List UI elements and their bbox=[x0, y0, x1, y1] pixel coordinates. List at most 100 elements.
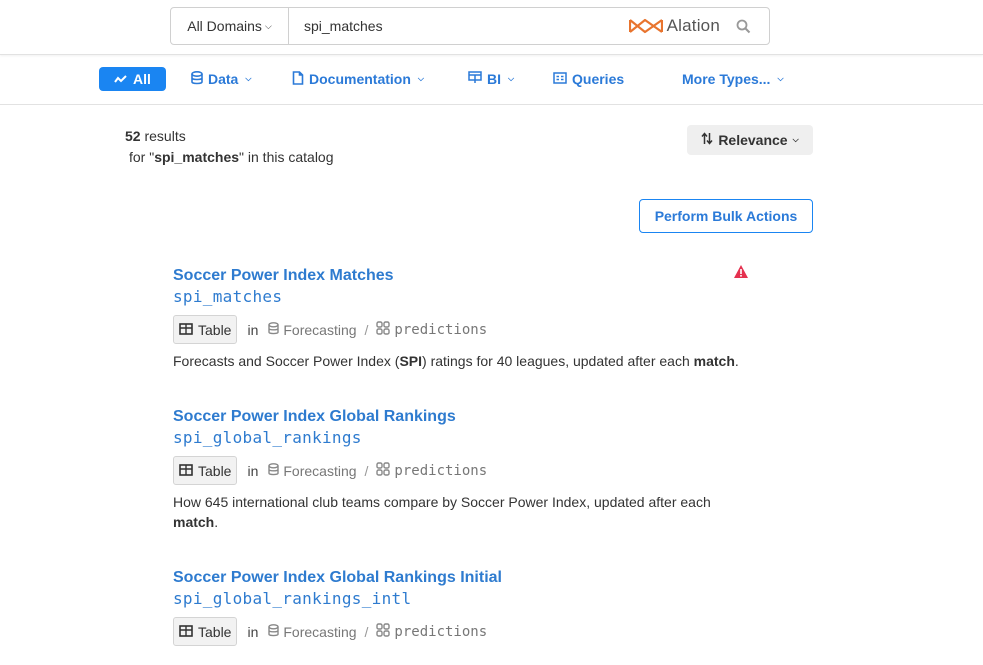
schema-name: predictions bbox=[394, 462, 488, 479]
chevron-down-icon: ⌵ bbox=[264, 21, 272, 31]
tab-more-types[interactable]: More Types... ⌵ bbox=[682, 67, 784, 91]
result-name[interactable]: spi_matches bbox=[173, 286, 793, 308]
result-description: Forecasts and Soccer Power Index (SPI) r… bbox=[173, 351, 783, 371]
database-icon bbox=[268, 623, 280, 640]
domain-label: All Domains bbox=[187, 18, 262, 34]
object-type-badge: Table bbox=[173, 315, 238, 344]
source-crumb[interactable]: Forecasting bbox=[268, 623, 357, 640]
desc-text: . bbox=[214, 514, 219, 530]
result-title[interactable]: Soccer Power Index Global Rankings bbox=[173, 407, 793, 427]
database-icon bbox=[191, 70, 203, 88]
result-title[interactable]: Soccer Power Index Matches bbox=[173, 266, 793, 286]
schema-name: predictions bbox=[394, 321, 488, 338]
search-result: Soccer Power Index Global Rankings Initi… bbox=[173, 568, 793, 646]
alation-logo-icon bbox=[628, 18, 663, 34]
result-meta: Table in Forecasting / predictions bbox=[173, 456, 793, 485]
top-search-bar: All Domains ⌵ spi_matches Alation bbox=[0, 0, 983, 55]
schema-crumb[interactable]: predictions bbox=[376, 462, 487, 479]
for-query: spi_matches bbox=[154, 149, 240, 165]
in-label: in bbox=[247, 462, 259, 479]
source-crumb[interactable]: Forecasting bbox=[268, 321, 357, 338]
search-box: All Domains ⌵ spi_matches Alation bbox=[170, 7, 770, 45]
document-icon bbox=[292, 70, 304, 88]
brand-name: Alation bbox=[666, 16, 720, 35]
in-label: in bbox=[247, 321, 259, 338]
chevron-down-icon: ⌵ bbox=[417, 74, 424, 83]
bulk-actions-button[interactable]: Perform Bulk Actions bbox=[639, 199, 813, 233]
chevron-down-icon: ⌵ bbox=[245, 74, 252, 83]
object-type-label: Table bbox=[198, 321, 232, 338]
tab-documentation[interactable]: Documentation ⌵ bbox=[292, 67, 424, 91]
breadcrumb-separator: / bbox=[364, 321, 369, 338]
tab-queries[interactable]: Queries bbox=[553, 67, 624, 91]
tab-data[interactable]: Data ⌵ bbox=[191, 67, 251, 91]
object-type-badge: Table bbox=[173, 617, 238, 646]
result-name[interactable]: spi_global_rankings_intl bbox=[173, 588, 793, 610]
source-crumb[interactable]: Forecasting bbox=[268, 462, 357, 479]
chevron-down-icon: ⌵ bbox=[792, 135, 799, 144]
results-count-number: 52 bbox=[125, 128, 141, 144]
search-input[interactable]: spi_matches bbox=[289, 18, 629, 34]
chevron-down-icon: ⌵ bbox=[777, 74, 784, 83]
desc-text: Forecasts and Soccer Power Index ( bbox=[173, 353, 400, 369]
results-count-suffix: results bbox=[144, 128, 186, 144]
table-icon bbox=[179, 624, 193, 640]
table-icon bbox=[179, 463, 193, 479]
domain-selector[interactable]: All Domains ⌵ bbox=[171, 8, 289, 44]
for-prefix: for " bbox=[129, 149, 155, 165]
sort-label: Relevance bbox=[718, 132, 788, 148]
database-icon bbox=[268, 462, 280, 479]
source-name: Forecasting bbox=[283, 462, 357, 479]
source-name: Forecasting bbox=[283, 623, 357, 640]
search-icon[interactable] bbox=[736, 19, 751, 34]
tab-label: Queries bbox=[572, 71, 625, 87]
schema-crumb[interactable]: predictions bbox=[376, 321, 487, 338]
tab-all[interactable]: All bbox=[99, 67, 166, 91]
result-name[interactable]: spi_global_rankings bbox=[173, 427, 793, 449]
tab-label: All bbox=[133, 71, 151, 87]
results-query-line: for "spi_matches" in this catalog bbox=[129, 149, 334, 165]
tab-label: Documentation bbox=[309, 71, 411, 87]
tab-label: Data bbox=[208, 71, 239, 87]
object-type-label: Table bbox=[198, 623, 232, 640]
schema-crumb[interactable]: predictions bbox=[376, 623, 487, 640]
breadcrumb-separator: / bbox=[364, 462, 369, 479]
type-filter-bar: All Data ⌵ Documentation ⌵ BI ⌵ Queries … bbox=[0, 55, 983, 105]
search-result: Soccer Power Index Matches spi_matches T… bbox=[173, 264, 793, 371]
bi-report-icon bbox=[468, 71, 482, 87]
tab-label: BI bbox=[487, 71, 501, 87]
object-type-badge: Table bbox=[173, 456, 238, 485]
result-meta: Table in Forecasting / predictions bbox=[173, 617, 793, 646]
database-icon bbox=[268, 321, 280, 338]
line-chart-icon bbox=[114, 71, 128, 87]
tab-bi[interactable]: BI ⌵ bbox=[468, 67, 514, 91]
result-meta: Table in Forecasting / predictions bbox=[173, 315, 793, 344]
schema-icon bbox=[376, 321, 391, 338]
source-name: Forecasting bbox=[283, 321, 357, 338]
desc-text: ) ratings for 40 leagues, updated after … bbox=[422, 353, 694, 369]
schema-icon bbox=[376, 462, 391, 479]
schema-name: predictions bbox=[394, 623, 488, 640]
desc-text: How 645 international club teams compare… bbox=[173, 494, 711, 510]
desc-highlight: SPI bbox=[399, 353, 423, 369]
tab-label: More Types... bbox=[682, 71, 771, 87]
desc-highlight: match bbox=[173, 514, 215, 530]
in-label: in bbox=[247, 623, 259, 640]
desc-highlight: match bbox=[693, 353, 735, 369]
warning-icon[interactable] bbox=[733, 264, 749, 284]
breadcrumb-separator: / bbox=[364, 623, 369, 640]
table-icon bbox=[179, 322, 193, 338]
for-suffix: " in this catalog bbox=[239, 149, 334, 165]
desc-text: . bbox=[734, 353, 739, 369]
chevron-down-icon: ⌵ bbox=[508, 74, 515, 83]
results-count: 52 results bbox=[125, 128, 186, 144]
alation-logo: Alation bbox=[628, 16, 720, 36]
sort-icon bbox=[701, 132, 713, 148]
sort-dropdown[interactable]: Relevance ⌵ bbox=[687, 125, 813, 155]
result-title[interactable]: Soccer Power Index Global Rankings Initi… bbox=[173, 568, 793, 588]
schema-icon bbox=[376, 623, 391, 640]
result-description: How 645 international club teams compare… bbox=[173, 492, 763, 532]
object-type-label: Table bbox=[198, 462, 232, 479]
query-icon bbox=[553, 71, 567, 87]
search-result: Soccer Power Index Global Rankings spi_g… bbox=[173, 407, 793, 532]
